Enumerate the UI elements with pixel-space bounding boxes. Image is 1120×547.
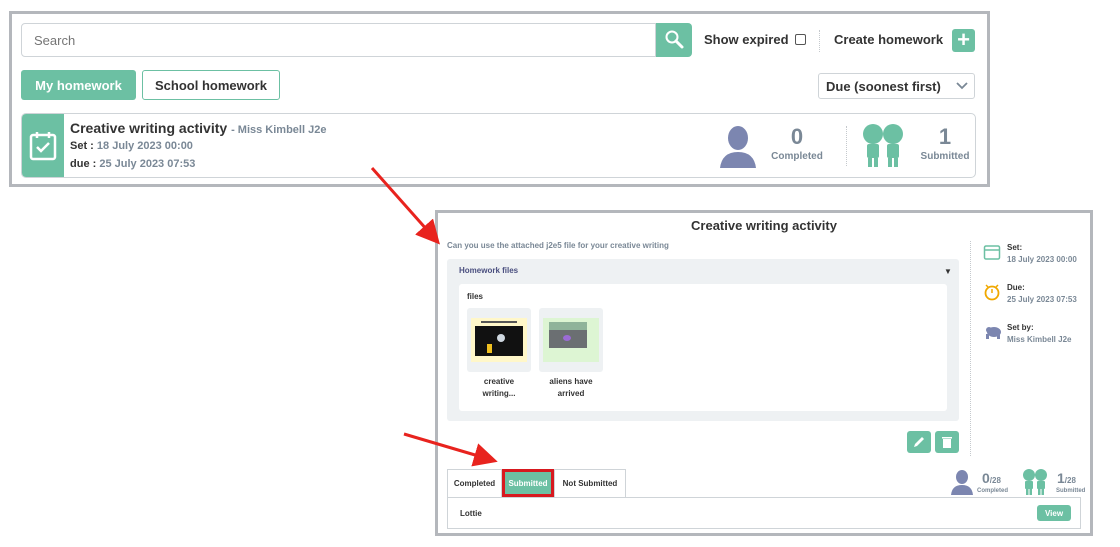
file-name-line: writing... <box>482 389 516 398</box>
student-name: Lottie <box>460 509 482 518</box>
file-thumbnail[interactable] <box>539 308 603 372</box>
show-expired-toggle[interactable]: Show expired <box>704 32 806 47</box>
children-icon <box>863 124 903 167</box>
submitted-label: Submitted <box>920 151 970 162</box>
file-thumbnail[interactable] <box>467 308 531 372</box>
set-label: Set : <box>70 140 94 152</box>
chevron-down-icon <box>956 82 968 90</box>
homework-teacher: - Miss Kimbell J2e <box>231 124 327 136</box>
mini-submitted-label: Submitted <box>1056 488 1086 494</box>
person-icon <box>951 470 973 495</box>
view-button[interactable]: View <box>1037 505 1071 521</box>
completed-label: Completed <box>771 151 823 162</box>
homework-detail-panel: Creative writing activity Can you use th… <box>435 210 1093 536</box>
homework-title-text: Creative writing activity <box>70 120 228 136</box>
mini-stats: 0/28 Completed 1/28 Submitted <box>950 467 1090 497</box>
file-preview-image <box>471 318 527 362</box>
show-expired-checkbox[interactable] <box>794 34 806 45</box>
due-date-value: 25 July 2023 07:53 <box>99 158 196 170</box>
detail-title: Creative writing activity <box>691 218 837 233</box>
search-input[interactable] <box>22 24 655 56</box>
stats-divider <box>846 126 847 166</box>
side-set-label: Set: <box>1007 243 1023 252</box>
teacher-avatar-icon <box>986 327 1001 339</box>
side-set-info: Set: 18 July 2023 00:00 <box>983 243 1077 266</box>
detail-description: Can you use the attached j2e5 file for y… <box>447 241 669 250</box>
due-label: due : <box>70 158 97 170</box>
calendar-check-icon <box>22 114 64 177</box>
side-setby-label: Set by: <box>1007 323 1034 332</box>
side-due-value: 25 July 2023 07:53 <box>1007 295 1077 304</box>
plus-icon: + <box>957 27 970 52</box>
file-name[interactable]: creative writing... <box>467 376 531 400</box>
file-name[interactable]: aliens have arrived <box>539 376 603 400</box>
side-due-info: Due: 25 July 2023 07:53 <box>983 283 1077 306</box>
submitted-count: 1 <box>938 124 952 149</box>
sidebar-divider <box>970 241 971 456</box>
submission-tabs: Completed Submitted Not Submitted <box>447 469 626 497</box>
file-name-line: aliens have <box>549 377 593 386</box>
homework-set-date: Set : 18 July 2023 00:00 <box>70 140 193 152</box>
set-date-value: 18 July 2023 00:00 <box>96 140 193 152</box>
side-due-label: Due: <box>1007 283 1025 292</box>
toolbar-divider <box>819 30 820 52</box>
show-expired-label: Show expired <box>704 32 789 47</box>
files-list: files creative writing... aliens have ar… <box>459 284 947 411</box>
delete-button[interactable] <box>935 431 959 453</box>
mini-submitted-num: 1 <box>1057 470 1065 486</box>
person-icon <box>720 126 756 168</box>
tab-my-homework[interactable]: My homework <box>21 70 136 100</box>
create-homework-button[interactable]: + <box>952 29 975 52</box>
search-button[interactable] <box>656 23 692 57</box>
mini-submitted-den: /28 <box>1064 476 1076 485</box>
homework-due-date: due : 25 July 2023 07:53 <box>70 158 195 170</box>
create-homework-label[interactable]: Create homework <box>834 32 943 47</box>
mini-completed-den: /28 <box>989 476 1001 485</box>
file-name-line: creative <box>483 377 515 386</box>
tab-not-submitted[interactable]: Not Submitted <box>554 469 626 497</box>
children-icon <box>1023 469 1047 495</box>
edit-button[interactable] <box>907 431 931 453</box>
mini-completed-count: 0/28 <box>982 470 1001 486</box>
sort-select[interactable]: Due (soonest first) <box>818 73 975 99</box>
mini-completed-label: Completed <box>977 488 1009 494</box>
tab-completed[interactable]: Completed <box>447 469 502 497</box>
collapse-caret-icon[interactable]: ▼ <box>944 267 952 276</box>
search-box <box>21 23 656 57</box>
side-set-value: 18 July 2023 00:00 <box>1007 255 1077 264</box>
files-label: files <box>467 292 484 301</box>
tab-submitted[interactable]: Submitted <box>502 469 554 497</box>
files-section-header[interactable]: Homework files <box>459 266 518 275</box>
file-name-line: arrived <box>557 389 585 398</box>
mini-submitted-count: 1/28 <box>1057 470 1076 486</box>
side-setby-value: Miss Kimbell J2e <box>1007 335 1072 344</box>
completed-count: 0 <box>790 124 804 149</box>
sort-selected-value: Due (soonest first) <box>826 78 941 94</box>
pencil-icon <box>914 437 924 447</box>
mini-completed-num: 0 <box>982 470 990 486</box>
homework-list-panel: Show expired Create homework + My homewo… <box>9 11 990 187</box>
search-icon <box>665 30 684 49</box>
side-setby-info: Set by: Miss Kimbell J2e <box>983 323 1071 346</box>
tab-school-homework[interactable]: School homework <box>142 70 280 100</box>
homework-card[interactable]: Creative writing activity - Miss Kimbell… <box>21 113 976 178</box>
homework-files-section: Homework files ▼ files creative writing.… <box>447 259 959 421</box>
trash-icon <box>942 437 952 448</box>
homework-title: Creative writing activity - Miss Kimbell… <box>70 120 326 136</box>
calendar-icon <box>983 245 1001 260</box>
student-row: Lottie View <box>447 497 1081 529</box>
file-preview-image <box>543 318 599 362</box>
alarm-clock-icon <box>984 284 1000 301</box>
